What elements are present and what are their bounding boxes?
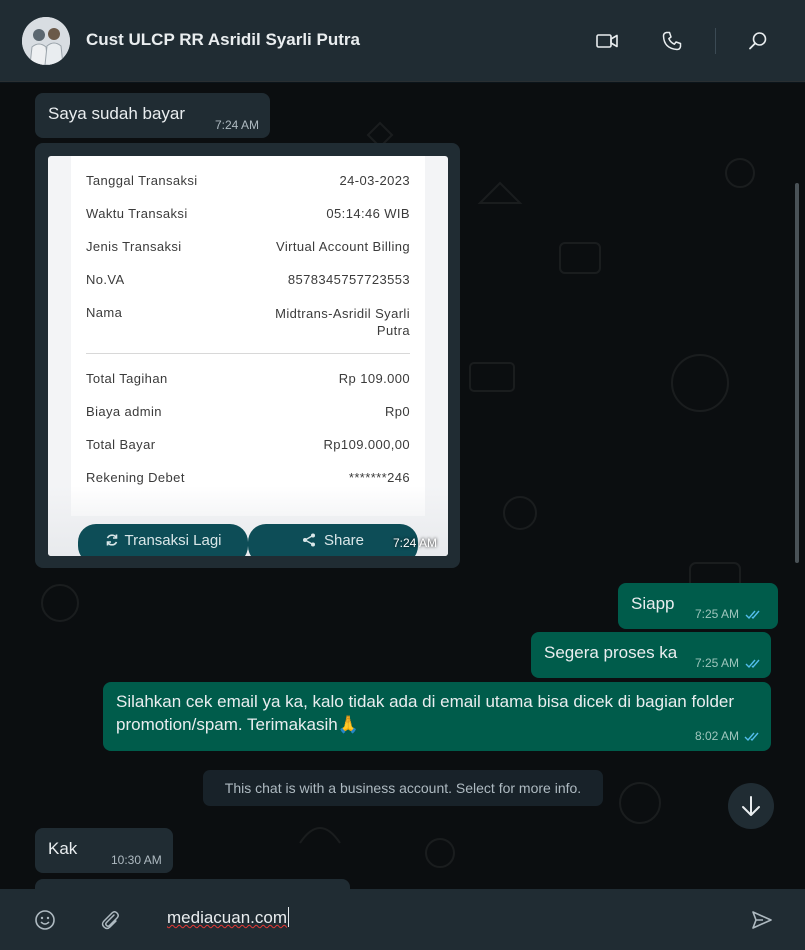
receipt-value: Virtual Account Billing [276,239,410,254]
receipt-value: 24-03-2023 [339,173,410,188]
attach-icon[interactable] [98,908,122,932]
share-label: Share [323,532,365,549]
message-outgoing[interactable]: Segera proses ka 7:25 AM [531,632,771,678]
business-account-notice[interactable]: This chat is with a business account. Se… [203,770,603,806]
share-icon [302,533,315,547]
read-receipt-icon [744,732,759,742]
message-input[interactable]: mediacuan.com [167,907,290,928]
message-incoming[interactable]: Kak 10:30 AM [35,828,173,873]
message-text: Kak [48,839,78,858]
receipt-label: Tanggal Transaksi [86,173,198,188]
scroll-to-bottom-button[interactable] [728,783,774,829]
receipt-value: Rp 109.000 [338,371,410,386]
message-text: Saya sudah bayar [48,104,186,123]
message-incoming-image[interactable]: Tanggal Transaksi 24-03-2023 Waktu Trans… [35,143,460,568]
search-icon[interactable] [746,29,770,53]
scrollbar[interactable] [795,183,799,563]
receipt-label: Jenis Transaksi [86,239,182,254]
message-text: Silahkan cek email ya ka, kalo tidak ada… [116,692,735,734]
message-incoming-partial[interactable] [35,879,350,889]
message-time: 7:25 AM [695,607,740,621]
video-call-icon[interactable] [595,29,619,53]
receipt-value: *******246 [348,470,410,485]
message-input-text: mediacuan.com [167,908,288,927]
refresh-icon [106,534,117,546]
read-receipt-icon [745,659,760,669]
message-incoming[interactable]: Saya sudah bayar 7:24 AM [35,93,270,138]
receipt-label: No.VA [86,272,125,287]
send-icon[interactable] [750,908,774,932]
contact-name[interactable]: Cust ULCP RR Asridil Syarli Putra [86,30,360,50]
receipt-image[interactable]: Tanggal Transaksi 24-03-2023 Waktu Trans… [48,156,448,556]
receipt-label: Biaya admin [86,404,162,419]
receipt-value: 05:14:46 WIB [326,206,410,221]
voice-call-icon[interactable] [660,29,684,53]
message-outgoing[interactable]: Siapp 7:25 AM [618,583,778,629]
emoji-icon[interactable] [33,908,57,932]
receipt-value: 8578345757723553 [287,272,410,287]
message-outgoing[interactable]: Silahkan cek email ya ka, kalo tidak ada… [103,682,771,751]
transaksi-lagi-button: Transaksi Lagi [78,524,248,556]
message-time: 7:24 AM [215,118,260,132]
message-time: 7:25 AM [695,656,740,670]
composer: mediacuan.com [0,889,805,950]
receipt-label: Total Bayar [86,437,156,452]
message-time: 7:24 AM [393,536,438,550]
receipt-value: Rp109.000,00 [323,437,410,452]
receipt-card: Tanggal Transaksi 24-03-2023 Waktu Trans… [71,156,425,516]
message-time: 8:02 AM [695,729,740,743]
receipt-label: Rekening Debet [86,470,185,485]
chat-header: Cust ULCP RR Asridil Syarli Putra [0,0,805,82]
message-list[interactable]: Saya sudah bayar 7:24 AM Tanggal Transak… [0,83,805,889]
receipt-label: Waktu Transaksi [86,206,188,221]
receipt-value: Rp0 [384,404,410,419]
message-text: Segera proses ka [544,643,678,662]
receipt-label: Nama [86,305,123,320]
avatar[interactable] [22,17,70,65]
receipt-value: Midtrans-Asridil Syarli Putra [275,306,410,338]
arrow-down-icon [742,796,760,816]
receipt-label: Total Tagihan [86,371,168,386]
message-time: 10:30 AM [111,853,162,867]
text-caret [288,907,290,927]
receipt-divider [86,353,410,354]
read-receipt-icon [745,610,760,620]
message-text: Siapp [631,594,675,613]
transaksi-lagi-label: Transaksi Lagi [124,532,222,549]
header-divider [715,28,716,54]
